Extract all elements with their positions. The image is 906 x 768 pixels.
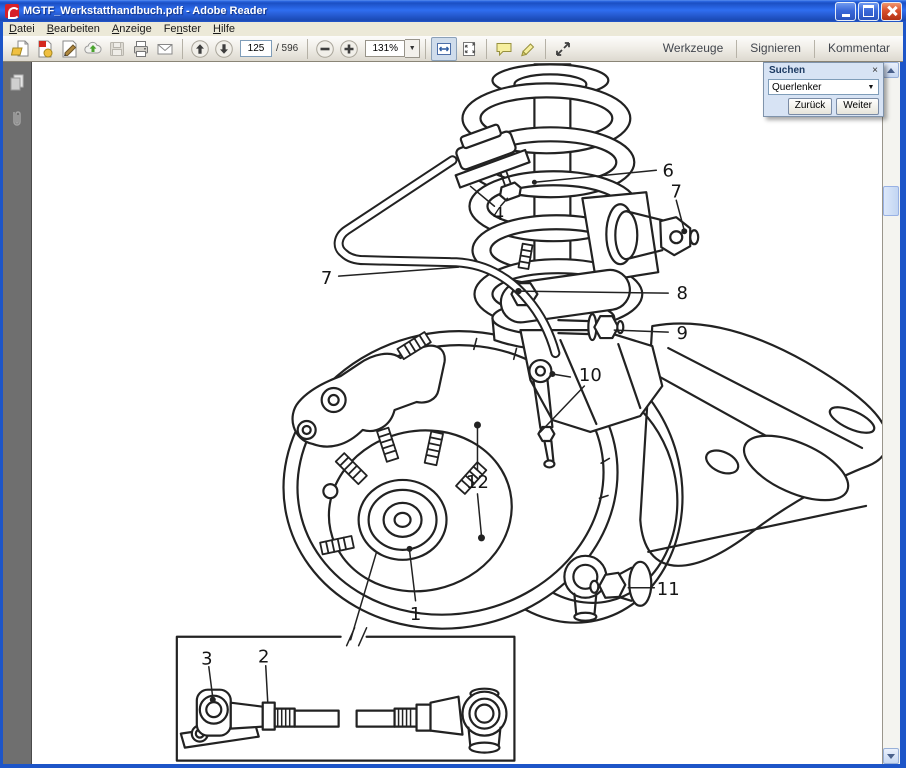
cloud-upload-button[interactable] bbox=[81, 38, 105, 60]
scrollbar-thumb[interactable] bbox=[883, 186, 899, 216]
previous-page-icon bbox=[190, 39, 210, 59]
page-thumbnails-icon[interactable] bbox=[7, 72, 27, 92]
print-icon bbox=[131, 39, 151, 59]
kommentar-button[interactable]: Kommentar bbox=[815, 36, 903, 61]
email-icon bbox=[155, 39, 175, 59]
signieren-button[interactable]: Signieren bbox=[737, 36, 814, 61]
menu-hilfe[interactable]: Hilfe bbox=[207, 22, 241, 36]
adobe-reader-icon bbox=[5, 4, 19, 18]
callout-10: 10 bbox=[579, 365, 602, 386]
zoom-out-icon bbox=[315, 39, 335, 59]
close-icon bbox=[887, 6, 897, 16]
callout-7-right: 7 bbox=[671, 181, 682, 202]
menu-bearbeiten[interactable]: Bearbeiten bbox=[41, 22, 106, 36]
callout-8: 8 bbox=[677, 283, 688, 304]
zoom-dropdown-arrow[interactable]: ▼ bbox=[405, 39, 420, 58]
wheel-hub bbox=[359, 480, 447, 560]
search-panel: Suchen × Querlenker ▼ Zurück Weiter bbox=[763, 62, 884, 117]
window-title: MGTF_Werkstatthandbuch.pdf - Adobe Reade… bbox=[23, 5, 267, 17]
menu-fenster[interactable]: Fenster bbox=[158, 22, 207, 36]
page-total-label: / 596 bbox=[276, 43, 298, 54]
attachments-icon[interactable] bbox=[7, 108, 27, 130]
document-page[interactable]: 1 2 3 4 6 7 7 8 9 10 11 12 bbox=[32, 62, 882, 764]
navigation-pane bbox=[3, 62, 32, 764]
zoom-in-icon bbox=[339, 39, 359, 59]
maximize-button[interactable] bbox=[858, 2, 879, 21]
callout-7-left: 7 bbox=[321, 268, 332, 289]
fit-width-button[interactable] bbox=[431, 37, 457, 61]
zoom-out-button[interactable] bbox=[313, 38, 337, 60]
fit-page-button[interactable] bbox=[457, 38, 481, 60]
cloud-upload-icon bbox=[83, 39, 103, 59]
control-arm bbox=[640, 323, 882, 565]
next-page-icon bbox=[214, 39, 234, 59]
print-button[interactable] bbox=[129, 38, 153, 60]
email-button[interactable] bbox=[153, 38, 177, 60]
callout-2: 2 bbox=[258, 647, 269, 668]
next-page-button[interactable] bbox=[212, 38, 236, 60]
search-close-icon[interactable]: × bbox=[872, 66, 878, 76]
search-dropdown-arrow[interactable]: ▼ bbox=[864, 84, 878, 91]
search-query-text: Querlenker bbox=[769, 82, 864, 93]
highlight-button[interactable] bbox=[516, 38, 540, 60]
scroll-up-button[interactable] bbox=[883, 62, 899, 78]
menu-datei[interactable]: Datei bbox=[3, 22, 41, 36]
fullscreen-button[interactable] bbox=[551, 38, 575, 60]
create-pdf-button[interactable] bbox=[33, 38, 57, 60]
zoom-in-button[interactable] bbox=[337, 38, 361, 60]
vertical-scrollbar[interactable] bbox=[882, 62, 900, 764]
menu-anzeige[interactable]: Anzeige bbox=[106, 22, 158, 36]
search-panel-title: Suchen bbox=[769, 65, 805, 76]
save-button[interactable] bbox=[105, 38, 129, 60]
scroll-down-icon bbox=[887, 754, 895, 759]
scroll-down-button[interactable] bbox=[883, 748, 899, 764]
callout-4: 4 bbox=[493, 204, 504, 225]
sticky-note-icon bbox=[494, 39, 514, 59]
minimize-icon bbox=[842, 14, 850, 17]
window-border-bottom bbox=[0, 764, 906, 768]
adobe-reader-window: MGTF_Werkstatthandbuch.pdf - Adobe Reade… bbox=[0, 0, 906, 768]
callout-1: 1 bbox=[410, 604, 421, 625]
fit-page-icon bbox=[459, 39, 479, 59]
sticky-note-button[interactable] bbox=[492, 38, 516, 60]
suspension-diagram: 1 2 3 4 6 7 7 8 9 10 11 12 bbox=[32, 62, 882, 764]
open-file-button[interactable] bbox=[9, 38, 33, 60]
callout-9: 9 bbox=[677, 323, 688, 344]
minimize-button[interactable] bbox=[835, 2, 856, 21]
werkzeuge-button[interactable]: Werkzeuge bbox=[650, 36, 736, 61]
save-icon bbox=[107, 39, 127, 59]
callout-12: 12 bbox=[466, 472, 489, 493]
maximize-icon bbox=[863, 5, 874, 17]
sign-button[interactable] bbox=[57, 38, 81, 60]
page-number-input[interactable] bbox=[240, 40, 272, 57]
fullscreen-icon bbox=[553, 39, 573, 59]
previous-page-button[interactable] bbox=[188, 38, 212, 60]
close-button[interactable] bbox=[881, 2, 902, 21]
open-file-icon bbox=[11, 39, 31, 59]
search-back-button[interactable]: Zurück bbox=[788, 98, 833, 115]
callout-3: 3 bbox=[201, 649, 212, 670]
title-bar: MGTF_Werkstatthandbuch.pdf - Adobe Reade… bbox=[0, 0, 906, 22]
fit-width-icon bbox=[434, 39, 454, 59]
create-pdf-icon bbox=[35, 39, 55, 59]
callout-11: 11 bbox=[657, 579, 680, 600]
tie-rod-inset bbox=[177, 628, 515, 761]
sign-icon bbox=[59, 39, 79, 59]
search-input[interactable]: Querlenker ▼ bbox=[768, 79, 879, 95]
toolbar: / 596 131% ▼ Werkzeuge Signie bbox=[3, 36, 903, 62]
scroll-up-icon bbox=[887, 68, 895, 73]
zoom-level-value[interactable]: 131% bbox=[365, 40, 405, 57]
search-next-button[interactable]: Weiter bbox=[836, 98, 879, 115]
highlight-icon bbox=[518, 39, 538, 59]
menu-bar: DateiBearbeitenAnzeigeFensterHilfe bbox=[3, 22, 903, 36]
callout-6: 6 bbox=[663, 160, 674, 181]
